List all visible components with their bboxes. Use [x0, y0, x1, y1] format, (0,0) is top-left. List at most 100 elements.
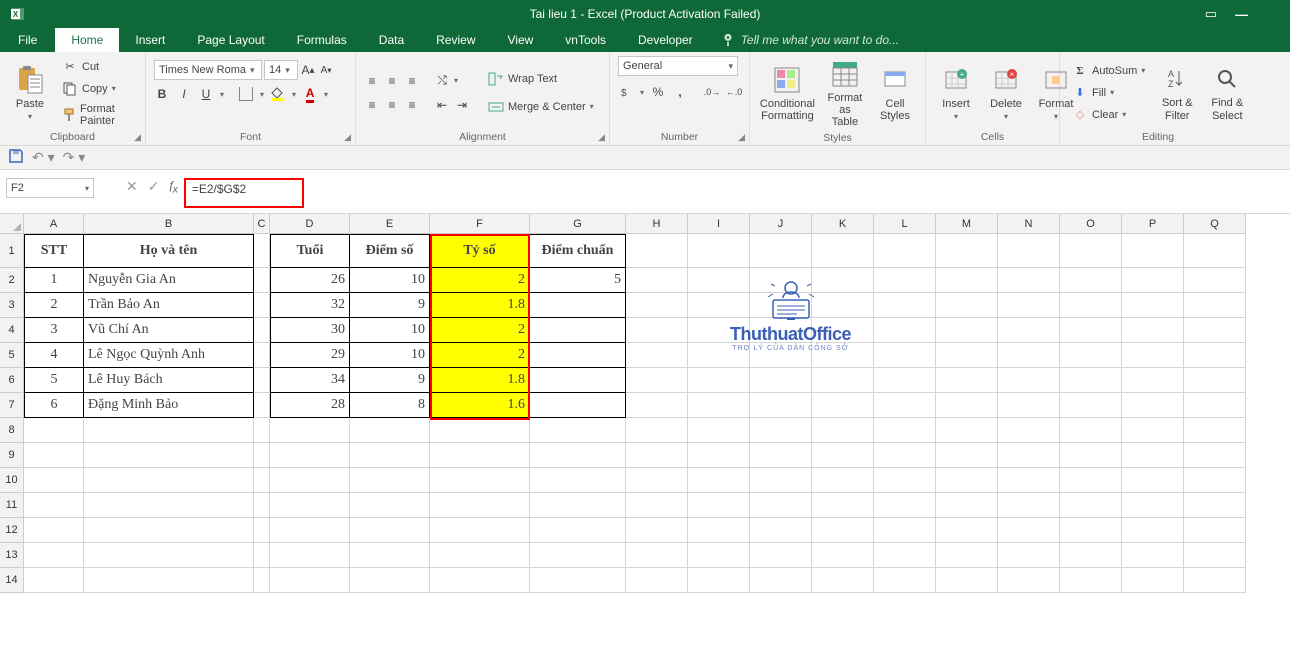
- row-header-11[interactable]: 11: [0, 493, 24, 518]
- cell[interactable]: [750, 468, 812, 493]
- column-header-J[interactable]: J: [750, 214, 812, 233]
- insert-function-icon[interactable]: fx: [169, 178, 177, 195]
- cell[interactable]: [430, 518, 530, 543]
- cell[interactable]: [254, 518, 270, 543]
- cell[interactable]: [812, 368, 874, 393]
- cell[interactable]: [1060, 468, 1122, 493]
- cell[interactable]: [254, 268, 270, 293]
- cell[interactable]: [626, 518, 688, 543]
- increase-indent-icon[interactable]: ⇥: [454, 97, 470, 113]
- cell[interactable]: [998, 368, 1060, 393]
- cell[interactable]: [84, 568, 254, 593]
- cell[interactable]: [998, 468, 1060, 493]
- save-icon[interactable]: [8, 148, 24, 167]
- cut-button[interactable]: ✂Cut: [58, 57, 137, 77]
- align-middle-icon[interactable]: ≡: [384, 73, 400, 89]
- cell[interactable]: [24, 518, 84, 543]
- cell[interactable]: [84, 543, 254, 568]
- column-header-G[interactable]: G: [530, 214, 626, 233]
- paste-button[interactable]: Paste ▾: [8, 62, 52, 123]
- merge-center-button[interactable]: Merge & Center ▾: [484, 97, 598, 117]
- cell[interactable]: [626, 293, 688, 318]
- orientation-icon[interactable]: ⤭: [434, 73, 450, 89]
- cell[interactable]: [812, 418, 874, 443]
- cell[interactable]: [350, 518, 430, 543]
- cell[interactable]: [874, 543, 936, 568]
- cell[interactable]: [874, 393, 936, 418]
- cell[interactable]: [626, 234, 688, 268]
- column-header-Q[interactable]: Q: [1184, 214, 1246, 233]
- row-header-4[interactable]: 4: [0, 318, 24, 343]
- column-header-F[interactable]: F: [430, 214, 530, 233]
- cell[interactable]: [1122, 318, 1184, 343]
- formula-input[interactable]: =E2/$G$2: [184, 178, 304, 208]
- cell[interactable]: [626, 393, 688, 418]
- cell[interactable]: [626, 568, 688, 593]
- cell-hoten[interactable]: Nguyễn Gia An: [84, 268, 254, 293]
- font-name-combo[interactable]: Times New Roma: [154, 60, 262, 80]
- cell[interactable]: [936, 568, 998, 593]
- cell[interactable]: [874, 234, 936, 268]
- format-as-table-button[interactable]: Format as Table: [823, 56, 867, 130]
- cell[interactable]: [350, 568, 430, 593]
- column-header-D[interactable]: D: [270, 214, 350, 233]
- column-header-B[interactable]: B: [84, 214, 254, 233]
- copy-button[interactable]: Copy ▾: [58, 79, 137, 99]
- cell-stt[interactable]: 3: [24, 318, 84, 343]
- cell[interactable]: [84, 518, 254, 543]
- bold-button[interactable]: B: [154, 86, 170, 102]
- cell-tyso[interactable]: 1.6: [430, 393, 530, 418]
- cell[interactable]: [936, 468, 998, 493]
- cell-stt[interactable]: 2: [24, 293, 84, 318]
- cell[interactable]: [688, 543, 750, 568]
- cell[interactable]: [936, 343, 998, 368]
- cell[interactable]: [874, 418, 936, 443]
- cell-hoten[interactable]: Lê Huy Bách: [84, 368, 254, 393]
- cell-diemchuan[interactable]: [530, 343, 626, 368]
- font-size-combo[interactable]: 14: [264, 60, 298, 80]
- cell[interactable]: [1060, 443, 1122, 468]
- cell[interactable]: [1122, 268, 1184, 293]
- cell[interactable]: [24, 443, 84, 468]
- cell[interactable]: [1184, 443, 1246, 468]
- column-header-P[interactable]: P: [1122, 214, 1184, 233]
- cell[interactable]: [750, 418, 812, 443]
- cell[interactable]: [1060, 268, 1122, 293]
- cell[interactable]: [936, 268, 998, 293]
- cell[interactable]: [254, 343, 270, 368]
- comma-format-icon[interactable]: ,: [672, 84, 688, 100]
- header-hoten[interactable]: Họ và tên: [84, 234, 254, 268]
- header-tuoi[interactable]: Tuổi: [270, 234, 350, 268]
- cell[interactable]: [998, 518, 1060, 543]
- wrap-text-button[interactable]: Wrap Text: [484, 69, 598, 89]
- decrease-font-icon[interactable]: A▾: [318, 62, 334, 78]
- cell-tuoi[interactable]: 26: [270, 268, 350, 293]
- cell[interactable]: [812, 518, 874, 543]
- cell[interactable]: [626, 443, 688, 468]
- autosum-button[interactable]: ΣAutoSum ▾: [1068, 61, 1149, 81]
- cell[interactable]: [430, 543, 530, 568]
- cell-diemchuan[interactable]: [530, 393, 626, 418]
- column-header-A[interactable]: A: [24, 214, 84, 233]
- font-dialog-launcher[interactable]: ◢: [344, 132, 351, 143]
- cell[interactable]: [936, 443, 998, 468]
- excel-app-icon[interactable]: X: [8, 4, 28, 24]
- cell-diemso[interactable]: 10: [350, 343, 430, 368]
- tab-formulas[interactable]: Formulas: [281, 28, 363, 52]
- cell-tyso[interactable]: 2: [430, 318, 530, 343]
- align-center-icon[interactable]: ≡: [384, 97, 400, 113]
- cell[interactable]: [1122, 543, 1184, 568]
- undo-icon[interactable]: ↶ ▾: [32, 149, 55, 166]
- cell[interactable]: [688, 343, 750, 368]
- cell[interactable]: [874, 493, 936, 518]
- insert-cells-button[interactable]: + Insert▾: [934, 62, 978, 123]
- cell[interactable]: [874, 518, 936, 543]
- cell[interactable]: [24, 543, 84, 568]
- cell[interactable]: [1122, 393, 1184, 418]
- row-header-12[interactable]: 12: [0, 518, 24, 543]
- cell[interactable]: [998, 268, 1060, 293]
- cell[interactable]: [254, 443, 270, 468]
- cell[interactable]: [430, 443, 530, 468]
- row-header-8[interactable]: 8: [0, 418, 24, 443]
- cell-diemchuan[interactable]: [530, 368, 626, 393]
